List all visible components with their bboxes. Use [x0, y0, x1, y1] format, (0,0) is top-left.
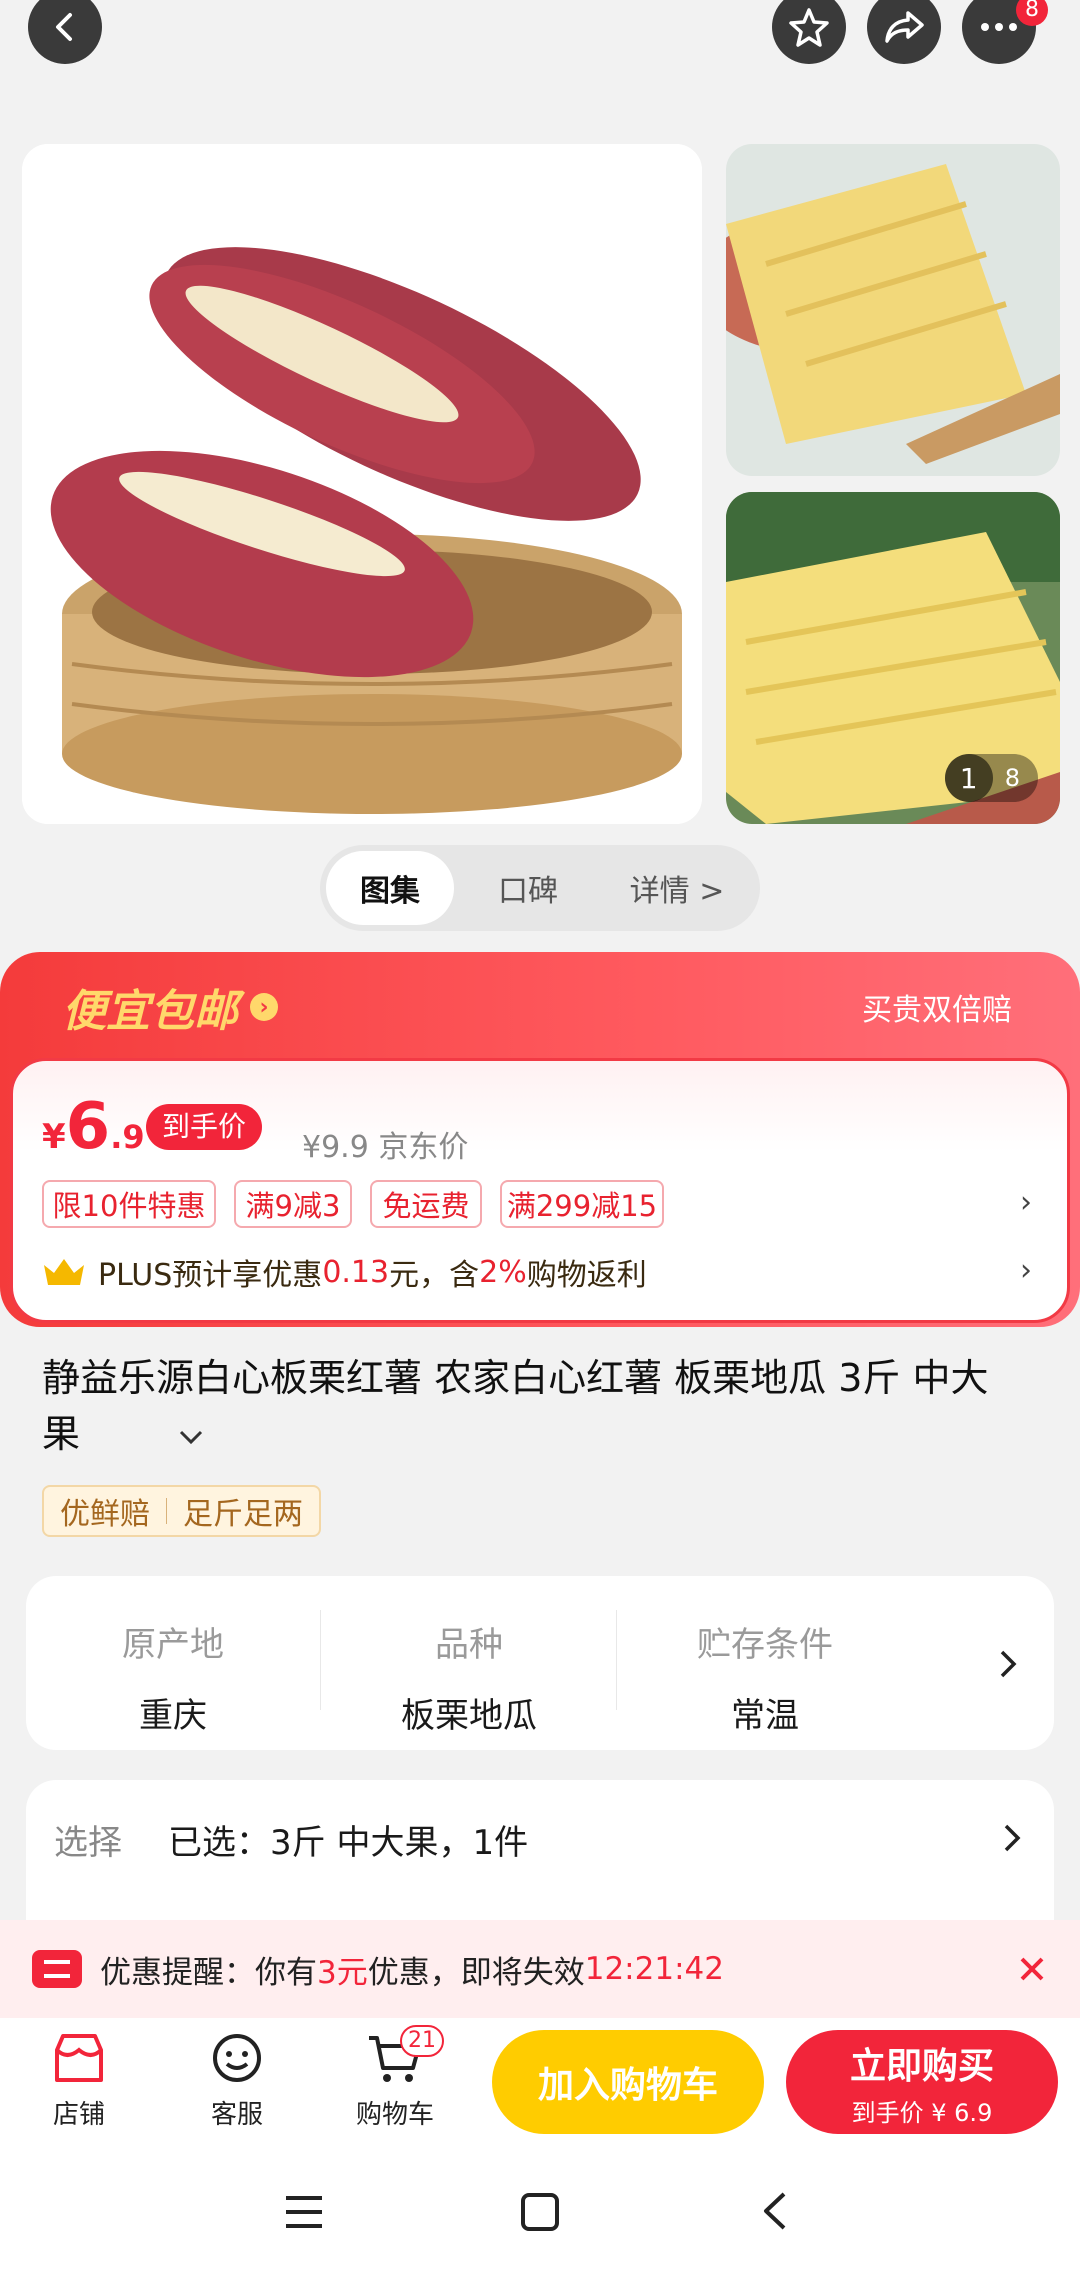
gallery-thumb-2[interactable]: 1 8: [726, 492, 1060, 824]
jd-price: ¥9.9 京东价: [302, 1130, 469, 1165]
label-full-weight: 足斤足两: [183, 1497, 303, 1532]
buy-now-label: 立即购买: [849, 2045, 994, 2087]
customer-service-label: 客服: [210, 2100, 263, 2130]
share-icon: [885, 11, 924, 43]
notice-close-icon[interactable]: [1018, 1955, 1046, 1983]
selected-option: 已选：3斤 中大果，1件: [168, 1823, 529, 1863]
potato-closeup-image: [726, 144, 1060, 476]
plus-amount: 0.13: [322, 1254, 390, 1290]
price-decimal: .9: [110, 1118, 145, 1156]
buy-now-subprice: 到手价 ¥ 6.9: [851, 2098, 993, 2127]
shop-icon: [55, 2034, 103, 2082]
tab-details[interactable]: 详情 >: [602, 851, 752, 925]
notice-prefix: 优惠提醒：你有: [100, 1954, 317, 1991]
final-price: ¥ 6 .9: [42, 1090, 145, 1164]
double-refund-text[interactable]: 买贵双倍赔: [862, 985, 1012, 1029]
spec-variety-label: 品种: [435, 1625, 503, 1665]
tab-reviews[interactable]: 口碑: [454, 851, 602, 925]
spec-storage-label: 贮存条件: [697, 1625, 833, 1665]
plus-chevron-icon[interactable]: ›: [1020, 1253, 1032, 1288]
price-integer: 6: [65, 1090, 111, 1164]
spec-variety: 品种 板栗地瓜: [324, 1617, 614, 1737]
favorite-button[interactable]: [772, 0, 846, 64]
customer-service-icon: [213, 2034, 261, 2082]
main-product-image[interactable]: [22, 144, 702, 824]
shop-label: 店铺: [52, 2100, 105, 2130]
chevron-left-icon: [56, 13, 72, 41]
crown-icon: [44, 1259, 84, 1285]
select-label: 选择: [54, 1823, 122, 1863]
plus-prefix: PLUS预计享优惠: [98, 1258, 323, 1293]
spec-storage-value: 常温: [731, 1696, 799, 1736]
product-labels: 优鲜赔 足斤足两: [42, 1485, 321, 1537]
notice-amount: 3元: [317, 1954, 368, 1991]
star-icon: [789, 8, 829, 47]
spec-origin: 原产地 重庆: [28, 1617, 318, 1737]
tab-gallery[interactable]: 图集: [326, 851, 454, 925]
menu-icon[interactable]: [284, 2194, 324, 2230]
notice-middle: 优惠，即将失效: [367, 1954, 585, 1991]
back-button[interactable]: [28, 0, 102, 64]
title-expand-chevron-icon[interactable]: [178, 1428, 204, 1446]
plus-mid: 元，含: [389, 1258, 480, 1293]
content-tabs: 图集 口碑 详情 >: [320, 845, 760, 931]
coupon-notice-bar[interactable]: 优惠提醒：你有 3元 优惠，即将失效 12:21:42: [0, 1920, 1080, 2018]
promo-tag-spend: 满299减15: [500, 1180, 664, 1228]
customer-service-button[interactable]: 客服: [172, 2030, 302, 2131]
more-badge: 8: [1016, 0, 1048, 26]
shop-button[interactable]: 店铺: [14, 2030, 144, 2131]
promo-arrow-icon: ›: [250, 993, 278, 1021]
promo-title[interactable]: 便宜包邮 ›: [62, 975, 278, 1039]
coupon-icon: [32, 1950, 82, 1988]
share-button[interactable]: [867, 0, 941, 64]
spec-origin-label: 原产地: [122, 1625, 224, 1665]
specs-chevron-icon[interactable]: [998, 1648, 1018, 1680]
promo-title-text: 便宜包邮: [62, 986, 238, 1037]
more-dots-icon: [981, 23, 1017, 31]
image-counter: 1 8: [944, 754, 1038, 802]
plus-rebate[interactable]: PLUS预计享优惠 0.13 元，含 2% 购物返利: [42, 1250, 647, 1294]
final-price-tag: 到手价: [146, 1104, 263, 1150]
plus-pct: 2%: [479, 1254, 527, 1290]
select-chevron-icon[interactable]: [1002, 1822, 1022, 1854]
promo-tag-limit: 限10件特惠: [42, 1180, 216, 1228]
sweet-potato-image: [22, 144, 702, 824]
notice-countdown: 12:21:42: [584, 1951, 724, 1987]
plus-suffix: 购物返利: [526, 1258, 647, 1293]
spec-divider-2: [616, 1610, 617, 1710]
spec-origin-value: 重庆: [139, 1696, 207, 1736]
home-square-icon[interactable]: [520, 2192, 560, 2232]
price-currency: ¥: [42, 1117, 66, 1157]
back-triangle-icon[interactable]: [760, 2190, 790, 2232]
label-fresh-guarantee: 优鲜赔: [60, 1497, 150, 1532]
add-to-cart-button[interactable]: 加入购物车: [492, 2030, 764, 2134]
promo-tag-discount: 满9减3: [234, 1180, 352, 1228]
spec-divider-1: [320, 1610, 321, 1710]
cart-count-badge: 21: [400, 2025, 444, 2057]
counter-total: 8: [1004, 764, 1020, 792]
spec-storage: 贮存条件 常温: [620, 1617, 910, 1737]
promo-tag-free-shipping: 免运费: [370, 1180, 482, 1228]
spec-variety-value: 板栗地瓜: [401, 1696, 537, 1736]
buy-now-button[interactable]: 立即购买 到手价 ¥ 6.9: [786, 2030, 1058, 2134]
gallery-thumb-1[interactable]: [726, 144, 1060, 476]
promo-tags-chevron-icon[interactable]: ›: [1020, 1185, 1032, 1220]
cart-label: 购物车: [355, 2100, 434, 2130]
counter-current: 1: [944, 754, 993, 802]
